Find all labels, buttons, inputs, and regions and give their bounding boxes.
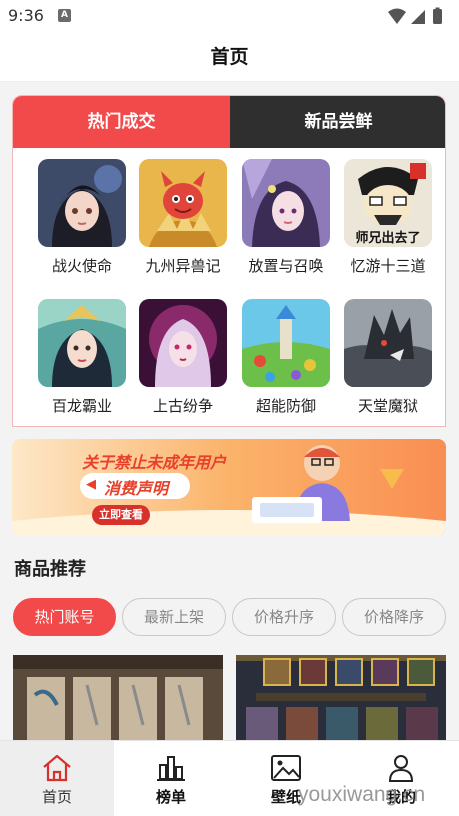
game-shanggu-icon [139,299,227,387]
banner-background [12,439,446,535]
status-time: 9:36 [8,6,44,25]
nav-label: 榜单 [155,788,186,806]
game-icon-caption: 师兄出去了 [355,231,421,246]
nav-home[interactable]: 首页 [0,741,114,816]
game-item-yiyou[interactable]: 师兄出去了 忆游十三道 [340,159,436,284]
game-item-shanggu[interactable]: 上古纷争 [135,299,231,424]
filter-price-desc[interactable]: 价格降序 [342,598,446,636]
tab-new-arrivals[interactable]: 新品尝鲜 [230,96,445,148]
game-name: 战火使命 [51,257,112,275]
product-card-image [236,655,446,740]
games-panel: 热门成交 新品尝鲜 战火使命 九州异兽记 放置与召唤 师兄出去了 忆游十三道 百… [12,95,446,427]
banner-view-button[interactable]: 立即查看 [92,505,150,525]
filter-hot-accounts[interactable]: 热门账号 [13,598,116,636]
game-item-zhanhuo[interactable]: 战火使命 [34,159,130,284]
wifi-icon [388,8,406,24]
game-jiuzhou-icon [139,159,227,247]
status-icons [388,7,442,24]
game-name: 九州异兽记 [145,257,221,275]
banner-headline: 关于禁止未成年用户 [82,453,227,472]
page-title: 首页 [210,46,249,68]
game-item-bailong[interactable]: 百龙霸业 [34,299,130,424]
product-card-image [13,655,223,740]
minor-consumption-banner[interactable]: 关于禁止未成年用户 ◀ 消费声明 立即查看 [12,439,446,535]
notification-badge: A [58,9,71,22]
game-name: 超能防御 [255,397,316,415]
section-title: 商品推荐 [14,559,86,580]
product-card[interactable] [13,655,223,740]
banner-subtitle-pill: ◀ 消费声明 [80,473,190,499]
filter-newest[interactable]: 最新上架 [122,598,226,636]
game-name: 百龙霸业 [51,397,112,415]
nav-ranking[interactable]: 榜单 [114,741,228,816]
chart-icon [157,756,185,781]
app-header: 首页 [0,32,459,82]
game-warfire-icon [38,159,126,247]
tab-bar: 热门成交 新品尝鲜 [13,96,445,148]
signal-icon [411,10,425,24]
megaphone-icon: ◀ [86,477,96,492]
game-item-chaoneng[interactable]: 超能防御 [238,299,334,424]
game-item-fangzhi[interactable]: 放置与召唤 [238,159,334,284]
image-icon [271,755,301,781]
user-icon [388,755,414,782]
game-item-tiantang[interactable]: 天堂魔狱 [340,299,436,424]
game-heaven-icon [344,299,432,387]
game-bailong-icon [38,299,126,387]
game-defense-icon [242,299,330,387]
game-name: 放置与召唤 [248,257,324,275]
game-name: 忆游十三道 [350,257,426,275]
game-item-jiuzhou[interactable]: 九州异兽记 [135,159,231,284]
game-name: 天堂魔狱 [357,397,418,415]
status-bar: 9:36 A [0,0,459,32]
home-icon [43,754,71,782]
battery-icon [433,9,442,24]
tab-hot-deals[interactable]: 热门成交 [13,96,230,148]
game-summon-icon [242,159,330,247]
product-card[interactable] [236,655,446,740]
filter-price-asc[interactable]: 价格升序 [232,598,336,636]
watermark: youxiwang.cn [298,783,426,806]
nav-label: 首页 [41,788,72,806]
game-name: 上古纷争 [152,397,213,415]
banner-subtitle: 消费声明 [104,479,169,498]
game-yiyou-icon: 师兄出去了 [344,159,432,247]
